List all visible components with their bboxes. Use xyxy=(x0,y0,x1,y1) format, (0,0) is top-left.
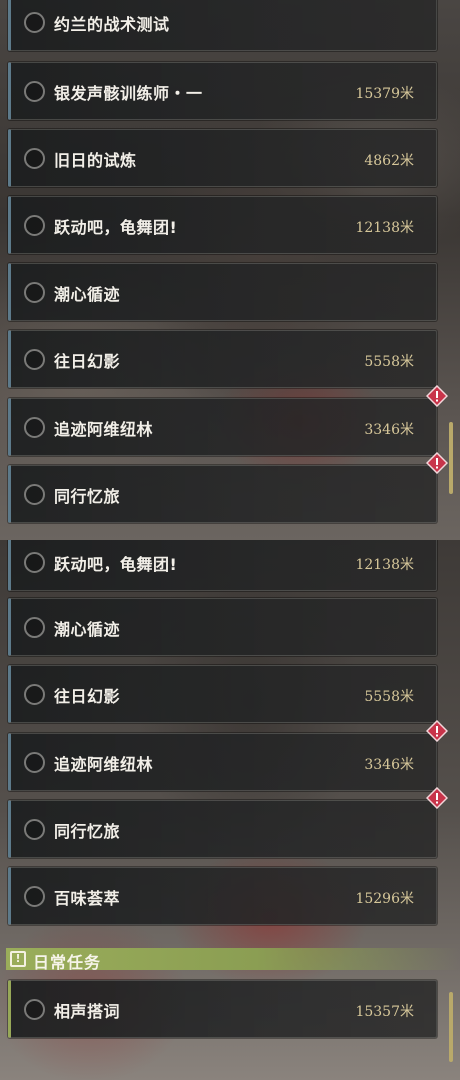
quest-item[interactable]: 百味荟萃 15296米 xyxy=(8,867,437,925)
quest-name: 跃动吧，龟舞团! xyxy=(54,218,178,237)
quest-track-radio[interactable] xyxy=(24,81,45,102)
quest-item[interactable]: 同行忆旅 xyxy=(8,787,448,858)
quest-track-radio[interactable] xyxy=(24,12,45,33)
alert-icon xyxy=(426,452,448,474)
quest-distance: 12138米 xyxy=(355,220,414,236)
quest-distance: 15296米 xyxy=(355,891,414,907)
alert-icon xyxy=(426,385,448,407)
quest-distance: 4862米 xyxy=(364,153,414,169)
quest-distance: 5558米 xyxy=(364,354,414,370)
quest-name: 同行忆旅 xyxy=(54,822,121,841)
scrollbar-thumb[interactable] xyxy=(449,992,453,1062)
quest-item[interactable]: 往日幻影 5558米 xyxy=(8,330,437,388)
quest-list-bottom: 跃动吧，龟舞团! 12138米 潮心循迹 往日幻影 5558米 追迹阿维纽林 3… xyxy=(0,540,460,1080)
quest-name: 百味荟萃 xyxy=(54,889,121,908)
quest-track-radio[interactable] xyxy=(24,999,45,1020)
quest-track-radio[interactable] xyxy=(24,282,45,303)
quest-item[interactable]: 追迹阿维纽林 3346米 xyxy=(8,385,448,456)
daily-quests-title: 日常任务 xyxy=(33,953,102,972)
quest-track-radio[interactable] xyxy=(24,819,45,840)
quest-name: 追迹阿维纽林 xyxy=(54,420,154,439)
quest-name: 往日幻影 xyxy=(54,687,121,706)
alert-icon xyxy=(426,720,448,742)
scrollbar-thumb[interactable] xyxy=(449,422,453,494)
quest-name: 潮心循迹 xyxy=(54,285,121,304)
quest-name: 相声搭词 xyxy=(54,1002,121,1021)
quest-track-radio[interactable] xyxy=(24,417,45,438)
quest-item[interactable]: 旧日的试炼 4862米 xyxy=(8,129,437,187)
quest-item[interactable]: 银发声骸训练师・一 15379米 xyxy=(8,62,437,120)
quest-name: 追迹阿维纽林 xyxy=(54,755,154,774)
quest-item[interactable]: 跃动吧，龟舞团! 12138米 xyxy=(8,196,437,254)
quest-list-top: 约兰的战术测试 银发声骸训练师・一 15379米 旧日的试炼 4862米 跃动吧… xyxy=(0,0,460,540)
quest-name: 约兰的战术测试 xyxy=(54,15,170,34)
quest-name: 潮心循迹 xyxy=(54,620,121,639)
quest-distance: 3346米 xyxy=(364,757,414,773)
quest-item[interactable]: 约兰的战术测试 xyxy=(8,0,437,51)
quest-distance: 15357米 xyxy=(355,1004,414,1020)
daily-quests-header[interactable]: ! 日常任务 xyxy=(6,948,460,972)
quest-item[interactable]: 潮心循迹 xyxy=(8,263,437,321)
quest-item[interactable]: 跃动吧，龟舞团! 12138米 xyxy=(8,540,437,591)
quest-track-radio[interactable] xyxy=(24,752,45,773)
quest-track-radio[interactable] xyxy=(24,215,45,236)
quest-item[interactable]: 追迹阿维纽林 3346米 xyxy=(8,720,448,791)
exclamation-box-icon: ! xyxy=(10,951,26,967)
quest-track-radio[interactable] xyxy=(24,148,45,169)
quest-distance: 3346米 xyxy=(364,422,414,438)
alert-icon xyxy=(426,787,448,809)
quest-name: 跃动吧，龟舞团! xyxy=(54,555,178,574)
quest-distance: 15379米 xyxy=(355,86,414,102)
quest-track-radio[interactable] xyxy=(24,886,45,907)
quest-name: 同行忆旅 xyxy=(54,487,121,506)
quest-name: 往日幻影 xyxy=(54,352,121,371)
quest-distance: 5558米 xyxy=(364,689,414,705)
quest-distance: 12138米 xyxy=(355,557,414,573)
quest-track-radio[interactable] xyxy=(24,484,45,505)
quest-name: 旧日的试炼 xyxy=(54,151,137,170)
quest-item[interactable]: 潮心循迹 xyxy=(8,598,437,656)
quest-name: 银发声骸训练师・一 xyxy=(54,84,203,103)
quest-track-radio[interactable] xyxy=(24,617,45,638)
quest-track-radio[interactable] xyxy=(24,349,45,370)
quest-track-radio[interactable] xyxy=(24,552,45,573)
quest-item[interactable]: 相声搭词 15357米 xyxy=(8,980,437,1038)
quest-item[interactable]: 往日幻影 5558米 xyxy=(8,665,437,723)
quest-item[interactable]: 同行忆旅 xyxy=(8,452,448,523)
quest-track-radio[interactable] xyxy=(24,684,45,705)
